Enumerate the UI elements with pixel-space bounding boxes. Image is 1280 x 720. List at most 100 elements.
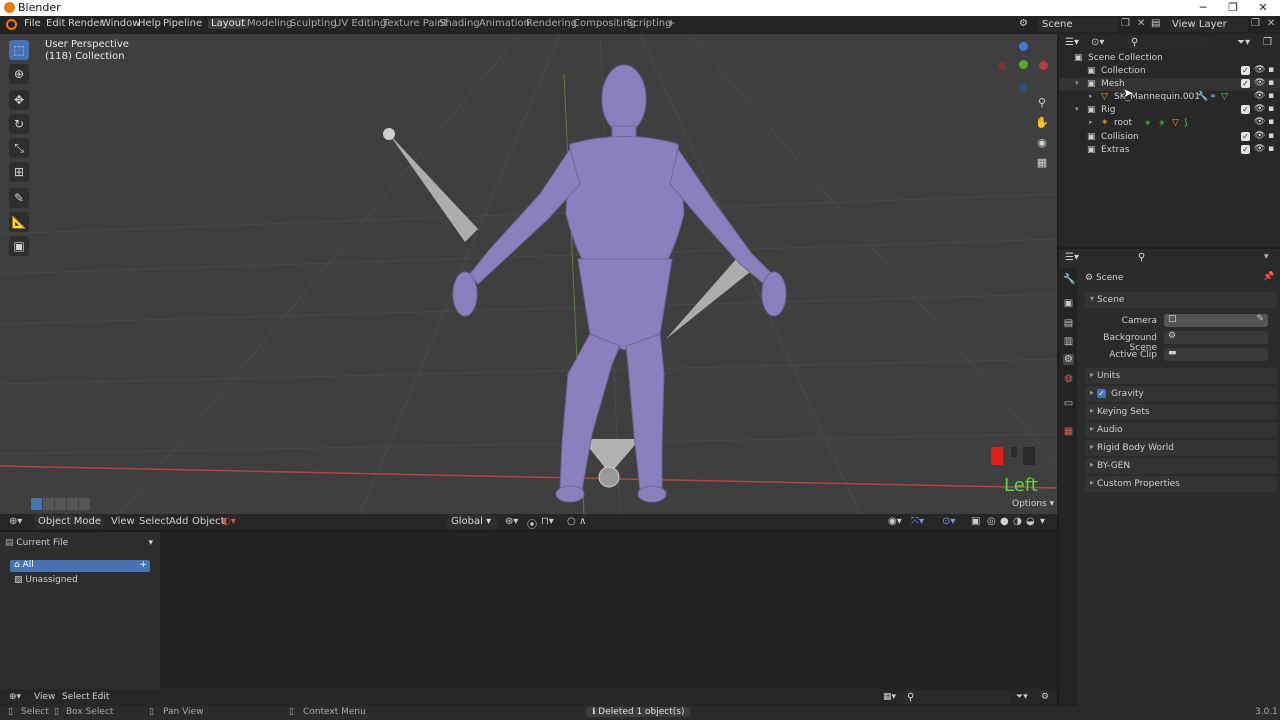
gizmo-neg-x[interactable] [998, 62, 1006, 70]
gizmos-icon[interactable]: ⤧▾ [911, 516, 924, 527]
exclude-checkbox[interactable]: ✓ [1241, 105, 1250, 114]
select-mode-new-icon[interactable] [31, 498, 42, 510]
select-mode-intersect-icon[interactable] [79, 498, 90, 510]
outliner-row-mesh[interactable]: ▾ ▣ Mesh ✓ 👁 ▪ [1059, 78, 1280, 91]
bone-left[interactable] [389, 134, 478, 242]
3d-viewport[interactable]: ⬚ ⊕ ✥ ↻ ⤡ ⊞ ✎ 📐 ▣ User Perspective (118)… [0, 34, 1057, 514]
overlays-icon[interactable]: ⊙▾ [942, 516, 955, 527]
outliner-row-collision[interactable]: ▣ Collision ✓ 👁 ▪ [1059, 131, 1280, 144]
keying-sets-panel[interactable]: ▸ Keying Sets [1085, 404, 1277, 420]
menu-edit[interactable]: Edit [92, 692, 109, 702]
pan-hand-icon[interactable]: ✋ [1034, 115, 1050, 131]
menu-add[interactable]: Add [169, 516, 188, 527]
rendered-shading-icon[interactable]: ◒ [1026, 516, 1035, 527]
transform-orientation-selector[interactable]: Global ▾ [447, 515, 497, 529]
wireframe-shading-icon[interactable]: ◎ [987, 516, 996, 527]
background-scene-field[interactable]: ⚙ [1164, 331, 1268, 344]
menu-view[interactable]: View [111, 516, 135, 527]
origin-marker[interactable] [598, 466, 620, 488]
render-tab-icon[interactable]: ▣ [1063, 298, 1074, 309]
scene-section-header[interactable]: ▾ Scene [1085, 292, 1277, 308]
ortho-grid-icon[interactable]: ▦ [1034, 155, 1050, 171]
gizmo-z-axis[interactable] [1019, 42, 1028, 51]
zoom-icon[interactable]: ⚲ [1034, 95, 1050, 111]
menu-help[interactable]: Help [138, 18, 161, 29]
close-button[interactable]: ✕ [1246, 0, 1280, 16]
chevron-down-icon[interactable]: ▾ [1264, 252, 1269, 262]
gizmo-x-axis[interactable] [1039, 61, 1048, 70]
mannequin-mesh[interactable] [452, 64, 787, 503]
eye-icon[interactable]: 👁 [1254, 65, 1265, 75]
gpencil-icon[interactable]: ◐▾ [222, 516, 236, 527]
cursor-tool[interactable]: ⊕ [9, 64, 29, 84]
pivot-point-icon[interactable]: ⊛▾ [505, 516, 518, 527]
outliner-editor-icon[interactable]: ☰▾ [1065, 37, 1079, 48]
select-mode-invert-icon[interactable] [67, 498, 78, 510]
exclude-checkbox[interactable]: ✓ [1241, 132, 1250, 141]
eye-icon[interactable]: 👁 [1254, 78, 1265, 88]
new-view-layer-icon[interactable]: ❐ [1251, 18, 1260, 29]
gizmo-y-axis[interactable] [1019, 60, 1028, 69]
camera-icon[interactable]: ▪ [1268, 131, 1274, 141]
output-tab-icon[interactable]: ▤ [1063, 318, 1074, 329]
menu-render[interactable]: Render [68, 18, 104, 29]
menu-view[interactable]: View [34, 692, 55, 702]
new-collection-icon[interactable]: ❐ [1263, 37, 1272, 48]
outliner-row-collection[interactable]: ▣ Collection ✓ 👁 ▪ [1059, 65, 1280, 78]
move-tool[interactable]: ✥ [9, 90, 29, 110]
exclude-checkbox[interactable]: ✓ [1241, 66, 1250, 75]
asset-browser-area[interactable] [160, 532, 1057, 689]
camera-icon[interactable]: ▪ [1268, 91, 1274, 101]
add-catalog-icon[interactable]: + [139, 560, 147, 570]
falloff-icon[interactable]: ∧ [579, 516, 586, 527]
menu-edit[interactable]: Edit [46, 18, 65, 29]
catalog-item-unassigned[interactable]: ▨ Unassigned [10, 575, 150, 587]
camera-icon[interactable]: ▪ [1268, 104, 1274, 114]
object-mode-selector[interactable]: Object Mode ▾ [34, 515, 104, 541]
settings-gear-icon[interactable]: ⚙ [1041, 692, 1049, 702]
outliner-row-root[interactable]: ▸ ✶ root ⚹ ⚹ ▽ ⟆ 👁 ▪ [1059, 117, 1280, 130]
texture-tab-icon[interactable]: ▦ [1063, 426, 1074, 437]
menu-pipeline[interactable]: Pipeline [163, 18, 202, 29]
editor-type-icon[interactable]: ⊕▾ [9, 516, 22, 527]
scene-tab-icon[interactable]: ⚙ [1063, 354, 1074, 365]
menu-file[interactable]: File [24, 18, 41, 29]
by-gen-panel[interactable]: ▸ BY-GEN [1085, 458, 1277, 474]
exclude-checkbox[interactable]: ✓ [1241, 145, 1250, 154]
outliner-row-sk-mannequin[interactable]: ▸ ▽ SK_Mannequin.001 🔧 ⚭ ▽ 👁 ▪ [1059, 91, 1280, 104]
transform-tool[interactable]: ⊞ [9, 162, 29, 182]
eye-icon[interactable]: 👁 [1254, 117, 1265, 127]
scale-tool[interactable]: ⤡ [9, 138, 29, 158]
active-clip-field[interactable]: ▬ [1164, 348, 1268, 361]
world-tab-icon[interactable]: ◍ [1063, 373, 1074, 384]
camera-icon[interactable]: ▪ [1268, 65, 1274, 75]
collection-tab-icon[interactable]: ▭ [1063, 398, 1074, 409]
filter-icon[interactable]: ⏷▾ [1016, 692, 1028, 702]
gravity-checkbox[interactable]: ✓ [1097, 389, 1106, 398]
outliner-search-input[interactable]: ⚲ [1127, 36, 1209, 49]
camera-field[interactable]: ▢ ✎ [1164, 314, 1268, 327]
select-mode-subtract-icon[interactable] [55, 498, 66, 510]
camera-icon[interactable]: ▪ [1268, 78, 1274, 88]
outliner-row-rig[interactable]: ▾ ▣ Rig ✓ 👁 ▪ [1059, 104, 1280, 117]
proportional-edit-icon[interactable]: ○ [567, 516, 576, 527]
delete-view-layer-icon[interactable]: ✕ [1267, 18, 1275, 29]
properties-editor-icon[interactable]: ☰▾ [1065, 252, 1079, 263]
outliner-row-extras[interactable]: ▣ Extras ✓ 👁 ▪ [1059, 144, 1280, 157]
gravity-panel[interactable]: ▸ ✓ Gravity [1085, 386, 1277, 402]
add-cube-tool[interactable]: ▣ [9, 236, 29, 256]
eye-icon[interactable]: 👁 [1254, 131, 1265, 141]
scene-selector[interactable]: Scene [1038, 18, 1118, 32]
delete-scene-icon[interactable]: ✕ [1137, 18, 1145, 29]
minimize-button[interactable]: ─ [1186, 0, 1220, 16]
view-layer-tab-icon[interactable]: ▥ [1063, 336, 1074, 347]
display-mode-icon[interactable]: ▦▾ [883, 692, 896, 702]
tool-tab-icon[interactable]: 🔧 [1063, 274, 1075, 285]
audio-panel[interactable]: ▸ Audio [1085, 422, 1277, 438]
tab-layout[interactable]: Layout [208, 18, 248, 29]
add-workspace-button[interactable]: + [664, 18, 678, 29]
exclude-checkbox[interactable]: ✓ [1241, 79, 1250, 88]
snap-target-icon[interactable]: ⊓▾ [541, 516, 554, 527]
catalog-item-all[interactable]: ⌂ All + [10, 560, 150, 572]
eyedropper-icon[interactable]: ✎ [1256, 314, 1264, 324]
